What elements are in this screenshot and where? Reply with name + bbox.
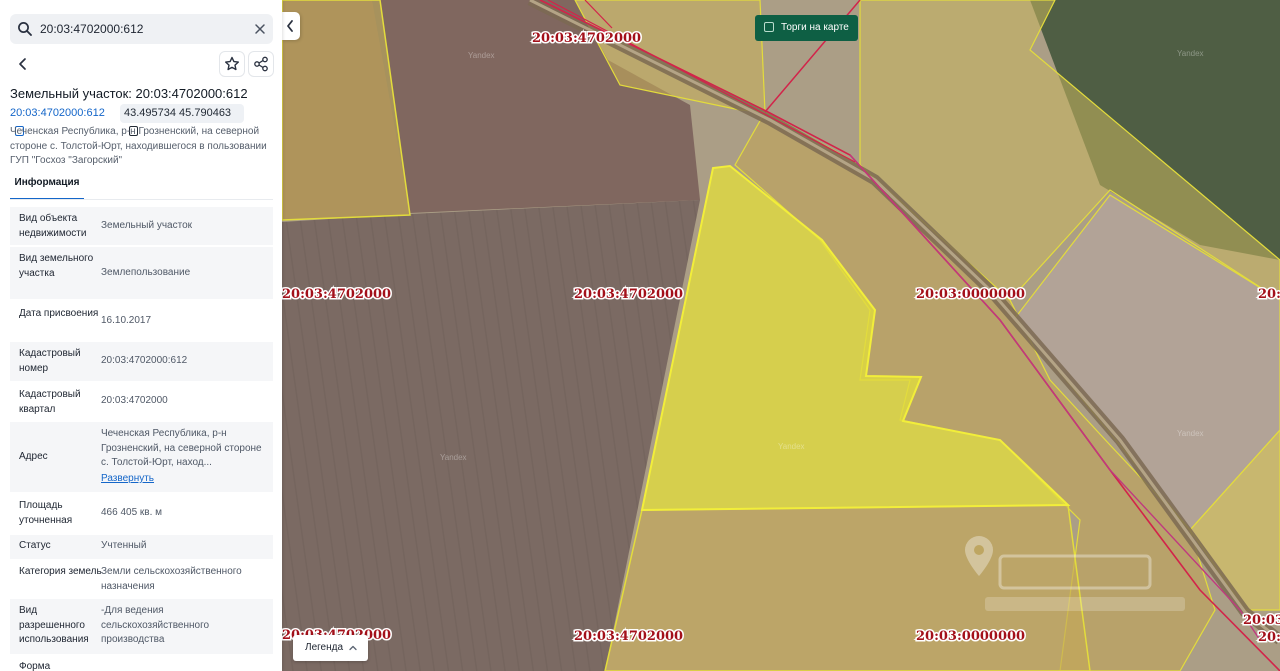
info-label: Вид объекта недвижимости (19, 213, 87, 239)
info-row: Вид земельного участка Землепользование (10, 247, 273, 299)
info-value: 20:03:4702000 (101, 395, 168, 406)
map-label-quarter: 20:03: (1258, 630, 1280, 645)
info-label: Категория земель (19, 566, 102, 577)
info-value: Учтенный (101, 540, 147, 551)
coordinates-chip[interactable]: 43.495734 45.790463 (120, 104, 244, 136)
info-label: Вид разрешенного использования (19, 605, 89, 645)
info-value: Чеченская Республика, р-н Грозненский, н… (101, 428, 262, 468)
info-row: Вид объекта недвижимости Земельный участ… (10, 207, 273, 245)
info-row: Категория земель Земли сельскохозяйствен… (10, 561, 273, 597)
chevron-left-icon (287, 20, 293, 32)
expand-address-link[interactable]: Развернуть (101, 473, 154, 484)
info-label: Адрес (19, 451, 48, 462)
info-label: Форма (19, 661, 51, 671)
auction-toggle-label: Торги на карте (781, 22, 849, 33)
map-label-quarter: 20:03:4702000 (574, 287, 683, 302)
info-label: Дата присвоения (19, 308, 99, 319)
map-label-quarter: 20:03: (1243, 613, 1280, 628)
share-icon (254, 56, 268, 72)
map-label-quarter: 20:03:0000000 (916, 287, 1025, 302)
search-bar[interactable]: 20:03:4702000:612 (10, 14, 273, 44)
map-label-quarter: 20:03:4702000 (532, 31, 641, 46)
map-label-quarter: 20:03:4702000 (282, 287, 391, 302)
coordinates[interactable]: 43.495734 45.790463 (124, 107, 231, 119)
collapse-panel-button[interactable] (282, 12, 300, 40)
star-icon (225, 56, 239, 71)
page-title: Земельный участок: 20:03:4702000:612 (10, 86, 248, 101)
back-button[interactable] (10, 51, 36, 77)
address-summary: Чеченская Республика, р-н Грозненский, н… (10, 126, 267, 166)
info-value: Землепользование (101, 267, 191, 278)
auction-toggle-button[interactable]: Торги на карте (755, 15, 858, 41)
info-row: Дата присвоения 16.10.2017 (10, 301, 273, 341)
cadastral-number-chip[interactable]: 20:03:4702000:612 (6, 104, 116, 136)
info-value: -Для ведения сельскохозяйственного произ… (101, 605, 210, 645)
info-value: Земли сельскохозяйственного назначения (101, 566, 242, 592)
info-row: Кадастровый номер 20:03:4702000:612 (10, 342, 273, 381)
checkbox-icon[interactable] (764, 22, 774, 32)
info-value: 16.10.2017 (101, 315, 152, 326)
map-label-quarter: 20:03:0000000 (916, 629, 1025, 644)
info-row: Адрес Чеченская Республика, р-н Грозненс… (10, 422, 273, 492)
map-label-quarter: 20:03: (1258, 287, 1280, 302)
chevron-up-icon (349, 645, 357, 651)
cadastral-number[interactable]: 20:03:4702000:612 (10, 107, 105, 119)
info-label: Кадастровый квартал (19, 389, 81, 415)
info-label: Кадастровый номер (19, 348, 81, 374)
legend-button[interactable]: Легенда (293, 635, 368, 661)
info-value: 20:03:4702000:612 (101, 355, 188, 366)
tile-watermark: Yandex (468, 51, 495, 60)
search-input[interactable]: 20:03:4702000:612 (40, 14, 143, 44)
tile-watermark: Yandex (1177, 429, 1204, 438)
info-label: Вид земельного участка (19, 253, 94, 279)
favorite-button[interactable] (219, 51, 245, 77)
info-value: Земельный участок (101, 220, 193, 231)
info-row: Площадь уточненная 466 405 кв. м (10, 495, 273, 533)
info-row: Вид разрешенного использования -Для веде… (10, 599, 273, 654)
share-button[interactable] (248, 51, 274, 77)
map-label-quarter: 20:03:4702000 (574, 629, 683, 644)
tab-information[interactable]: Информация (10, 172, 84, 200)
tile-watermark: Yandex (1177, 49, 1204, 58)
info-row: Статус Учтенный (10, 535, 273, 559)
tab-divider (10, 199, 273, 200)
info-row: Форма (10, 657, 273, 671)
info-label: Статус (19, 540, 51, 551)
info-row: Кадастровый квартал 20:03:4702000 (10, 382, 273, 420)
legend-label: Легенда (305, 642, 344, 653)
info-label: Площадь уточненная (19, 500, 73, 526)
tile-watermark: Yandex (440, 453, 467, 462)
chevron-left-icon (19, 58, 26, 70)
tile-watermark: Yandex (778, 442, 805, 451)
info-value: 466 405 кв. м (101, 507, 163, 518)
close-icon[interactable] (251, 20, 269, 38)
object-info-panel: 20:03:4702000:612 Земельный участок: 20:… (0, 0, 282, 671)
search-icon[interactable] (17, 21, 33, 37)
